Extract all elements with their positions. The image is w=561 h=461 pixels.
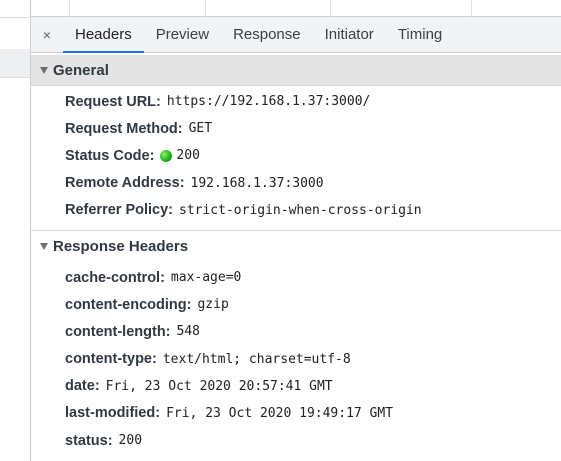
response-header-row: content-length: 548 [31,318,561,345]
response-header-row: cache-control: max-age=0 [31,264,561,291]
tab-initiator[interactable]: Initiator [313,17,386,52]
general-section-rows: Request URL: https://192.168.1.37:3000/ … [31,86,561,230]
general-section-title: General [53,61,109,79]
selected-request-row[interactable] [0,49,30,78]
header-value: max-age=0 [170,270,242,286]
remote-address-row: Remote Address: 192.168.1.37:3000 [31,170,561,197]
header-key: date: [65,378,100,395]
header-value: strict-origin-when-cross-origin [179,202,422,218]
collapse-triangle-icon [40,66,48,74]
status-code-row: Status Code: 200 [31,142,561,169]
header-value: 200 [118,433,143,449]
header-key: Status Code: [65,147,155,164]
request-list-pane [0,0,31,461]
response-header-row: status: 200 [31,427,561,454]
response-headers-rows: cache-control: max-age=0 content-encodin… [31,262,561,454]
grid-column-divider [471,0,472,17]
header-key: Referrer Policy: [65,202,173,219]
tab-preview[interactable]: Preview [144,17,221,52]
header-key: Request URL: [65,93,161,110]
header-value: 200 [176,148,200,164]
header-key: cache-control: [65,269,165,286]
request-url-row: Request URL: https://192.168.1.37:3000/ [31,88,561,115]
status-ok-dot-icon [160,149,173,162]
referrer-policy-row: Referrer Policy: strict-origin-when-cros… [31,197,561,224]
header-key: content-length: [65,323,171,340]
request-list-header [0,0,30,18]
grid-column-divider [69,0,70,17]
response-headers-section-header[interactable]: Response Headers [31,229,561,262]
header-value[interactable]: https://192.168.1.37:3000/ [167,94,371,109]
header-key: Remote Address: [65,175,185,192]
header-key: last-modified: [65,405,161,422]
request-method-row: Request Method: GET [31,115,561,142]
header-key: content-type: [65,351,157,368]
header-value: 548 [176,324,200,340]
grid-column-divider [330,0,331,17]
close-icon[interactable]: × [31,17,63,52]
header-value: text/html; charset=utf-8 [162,351,351,367]
grid-column-divider [205,0,206,17]
tab-timing[interactable]: Timing [386,17,454,52]
response-header-row: date: Fri, 23 Oct 2020 20:57:41 GMT [31,373,561,400]
response-headers-section-title: Response Headers [53,237,189,255]
header-key: content-encoding: [65,296,192,313]
header-value: gzip [197,297,229,313]
header-key: Request Method: [65,120,183,137]
header-value: GET [188,121,213,137]
collapse-triangle-icon [40,242,48,250]
details-tabbar: × Headers Preview Response Initiator Tim… [31,17,561,53]
response-header-row: last-modified: Fri, 23 Oct 2020 19:49:17… [31,400,561,427]
headers-panel: General Request URL: https://192.168.1.3… [31,53,561,461]
header-value: Fri, 23 Oct 2020 20:57:41 GMT [105,378,333,394]
general-section-header[interactable]: General [31,55,561,86]
response-header-row: content-type: text/html; charset=utf-8 [31,346,561,373]
header-value: Fri, 23 Oct 2020 19:49:17 GMT [166,405,394,421]
network-grid-remnant [31,0,561,17]
response-header-row: content-encoding: gzip [31,291,561,318]
header-key: status: [65,432,113,449]
tab-response[interactable]: Response [221,17,313,52]
header-value: 192.168.1.37:3000 [190,175,324,191]
tab-headers[interactable]: Headers [63,17,144,53]
